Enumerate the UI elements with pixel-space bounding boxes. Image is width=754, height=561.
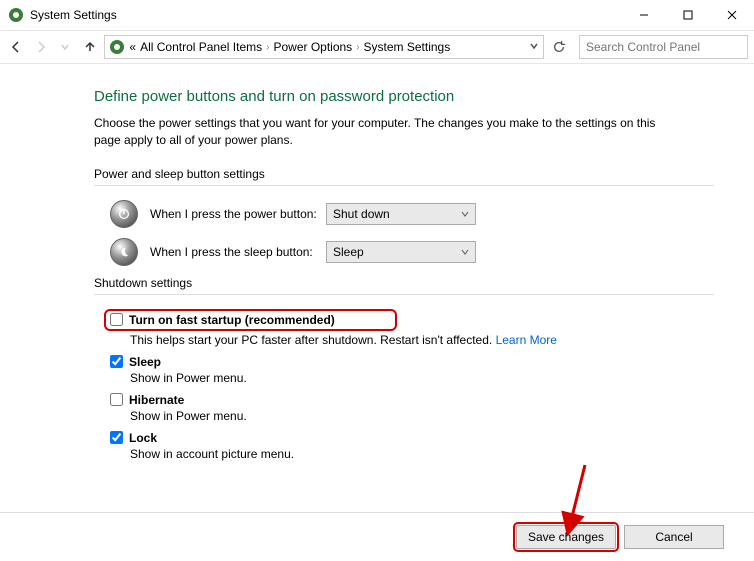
window-title: System Settings [30, 8, 117, 22]
learn-more-link[interactable]: Learn More [496, 333, 557, 347]
fast-startup-checkbox[interactable] [110, 313, 123, 326]
fast-startup-label: Turn on fast startup (recommended) [129, 313, 335, 327]
hibernate-label: Hibernate [129, 393, 184, 407]
breadcrumb-item[interactable]: Power Options [273, 40, 352, 54]
divider [94, 185, 714, 186]
lock-label: Lock [129, 431, 157, 445]
sleep-icon [110, 238, 138, 266]
chevron-right-icon: › [266, 42, 269, 53]
hibernate-desc: Show in Power menu. [110, 409, 714, 423]
power-button-label: When I press the power button: [150, 207, 326, 221]
chevron-down-icon [461, 207, 469, 221]
power-button-dropdown[interactable]: Shut down [326, 203, 476, 225]
refresh-button[interactable] [548, 35, 569, 59]
section-title-power-sleep: Power and sleep button settings [94, 167, 714, 181]
up-button[interactable] [80, 35, 101, 59]
power-button-row: When I press the power button: Shut down [94, 200, 714, 228]
lock-desc: Show in account picture menu. [110, 447, 714, 461]
window-controls [622, 0, 754, 29]
breadcrumb-sep-icon: « [129, 40, 136, 54]
address-bar[interactable]: « All Control Panel Items › Power Option… [104, 35, 544, 59]
sleep-label: Sleep [129, 355, 161, 369]
section-title-shutdown: Shutdown settings [94, 276, 714, 290]
page-heading: Define power buttons and turn on passwor… [94, 88, 714, 105]
sleep-button-dropdown[interactable]: Sleep [326, 241, 476, 263]
hibernate-checkbox[interactable] [110, 393, 123, 406]
save-button[interactable]: Save changes [516, 525, 616, 549]
fast-startup-option: Turn on fast startup (recommended) This … [94, 309, 714, 347]
breadcrumb-item[interactable]: System Settings [364, 40, 451, 54]
page-description: Choose the power settings that you want … [94, 115, 674, 149]
recent-button[interactable] [55, 35, 76, 59]
fast-startup-desc: This helps start your PC faster after sh… [104, 333, 714, 347]
breadcrumb-item[interactable]: All Control Panel Items [140, 40, 262, 54]
nav-bar: « All Control Panel Items › Power Option… [0, 30, 754, 64]
cancel-button[interactable]: Cancel [624, 525, 724, 549]
hibernate-option: Hibernate Show in Power menu. [94, 393, 714, 423]
close-button[interactable] [710, 0, 754, 29]
back-button[interactable] [6, 35, 27, 59]
lock-checkbox[interactable] [110, 431, 123, 444]
sleep-button-label: When I press the sleep button: [150, 245, 326, 259]
sleep-desc: Show in Power menu. [110, 371, 714, 385]
power-icon [110, 200, 138, 228]
chevron-down-icon [461, 245, 469, 259]
divider [0, 512, 754, 513]
highlight-annotation: Turn on fast startup (recommended) [104, 309, 397, 331]
sleep-option: Sleep Show in Power menu. [94, 355, 714, 385]
chevron-down-icon[interactable] [529, 40, 539, 54]
dropdown-value: Sleep [333, 245, 364, 259]
control-panel-icon [109, 39, 125, 55]
maximize-button[interactable] [666, 0, 710, 29]
dropdown-value: Shut down [333, 207, 390, 221]
sleep-checkbox[interactable] [110, 355, 123, 368]
sleep-button-row: When I press the sleep button: Sleep [94, 238, 714, 266]
divider [94, 294, 714, 295]
footer-buttons: Save changes Cancel [516, 525, 724, 549]
chevron-right-icon: › [356, 42, 359, 53]
minimize-button[interactable] [622, 0, 666, 29]
content-area: Define power buttons and turn on passwor… [0, 64, 754, 461]
forward-button[interactable] [31, 35, 52, 59]
app-icon [8, 7, 24, 23]
lock-option: Lock Show in account picture menu. [94, 431, 714, 461]
search-input[interactable] [579, 35, 748, 59]
